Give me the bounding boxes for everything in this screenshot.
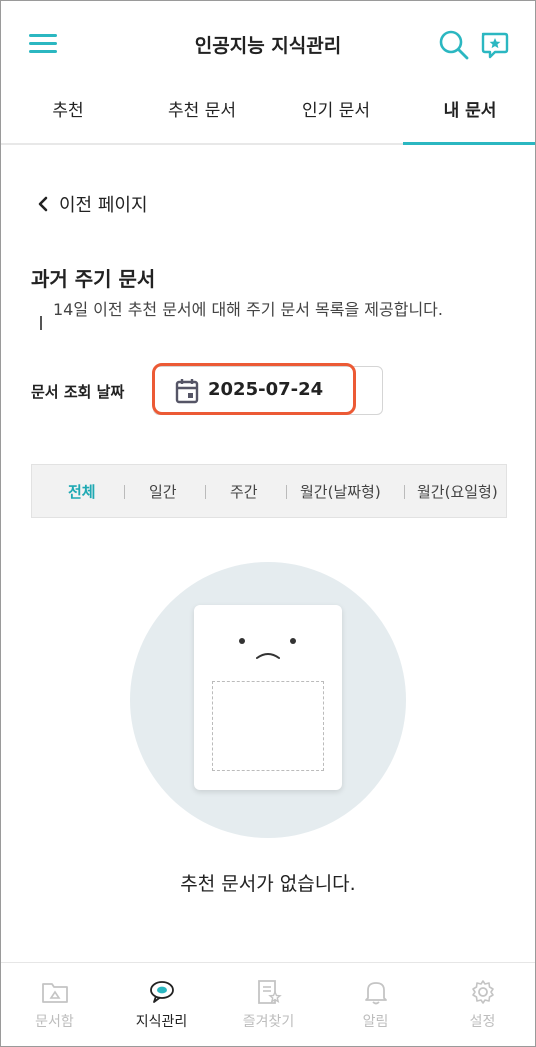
date-value: 2025-07-24	[208, 379, 324, 400]
nav-label: 즐겨찾기	[242, 1014, 295, 1030]
app-header: 인공지능 지식관리	[1, 1, 535, 89]
tab-popular-docs[interactable]: 인기 문서	[269, 89, 403, 145]
date-query-label: 문서 조회 날짜	[31, 383, 125, 401]
nav-item-documents[interactable]: 문서함	[1, 963, 108, 1046]
nav-item-favorites[interactable]: 즐겨찾기	[215, 963, 322, 1046]
filter-daily[interactable]: 일간	[149, 465, 177, 517]
nav-item-knowledge[interactable]: 지식관리	[108, 963, 215, 1046]
calendar-icon	[175, 378, 199, 408]
main-tabs: 추천 추천 문서 인기 문서 내 문서	[1, 89, 535, 145]
tab-recommend[interactable]: 추천	[1, 89, 135, 145]
folder-icon	[42, 983, 68, 1003]
chat-star-icon[interactable]	[477, 28, 511, 62]
empty-message: 추천 문서가 없습니다.	[180, 873, 356, 895]
nav-label: 지식관리	[135, 1014, 188, 1030]
description-bar	[40, 316, 42, 330]
app-frame: 인공지능 지식관리 추천 추천 문서 인기 문서 내 문서 이전 페이지 과거 …	[0, 0, 536, 1047]
back-button[interactable]: 이전 페이지	[37, 189, 148, 219]
section-description: 14일 이전 추천 문서에 대해 주기 문서 목록을 제공합니다.	[53, 300, 443, 319]
tab-recommended-docs[interactable]: 추천 문서	[135, 89, 269, 145]
filter-all[interactable]: 전체	[68, 465, 96, 517]
nav-item-settings[interactable]: 설정	[429, 963, 535, 1046]
ai-chat-icon	[150, 981, 174, 1003]
search-icon[interactable]	[437, 28, 471, 62]
bookmark-doc-icon	[258, 980, 282, 1004]
chevron-left-icon	[38, 196, 48, 212]
period-filter: 전체 일간 주간 월간(날짜형) 월간(요일형)	[31, 464, 507, 518]
bell-icon	[365, 982, 387, 1005]
tab-my-docs[interactable]: 내 문서	[403, 89, 535, 145]
nav-label: 설정	[469, 1014, 496, 1030]
filter-monthly-weekday[interactable]: 월간(요일형)	[417, 465, 498, 517]
filter-monthly-date[interactable]: 월간(날짜형)	[300, 465, 381, 517]
filter-weekly[interactable]: 주간	[230, 465, 258, 517]
gear-icon	[472, 980, 494, 1004]
sad-document-icon	[194, 605, 342, 790]
section-title: 과거 주기 문서	[31, 267, 156, 291]
bottom-nav: 문서함 지식관리 즐겨찾기 알림 설정	[1, 962, 535, 1046]
nav-label: 문서함	[35, 1014, 74, 1030]
nav-item-alerts[interactable]: 알림	[322, 963, 429, 1046]
nav-label: 알림	[362, 1014, 389, 1030]
back-label: 이전 페이지	[59, 195, 148, 216]
